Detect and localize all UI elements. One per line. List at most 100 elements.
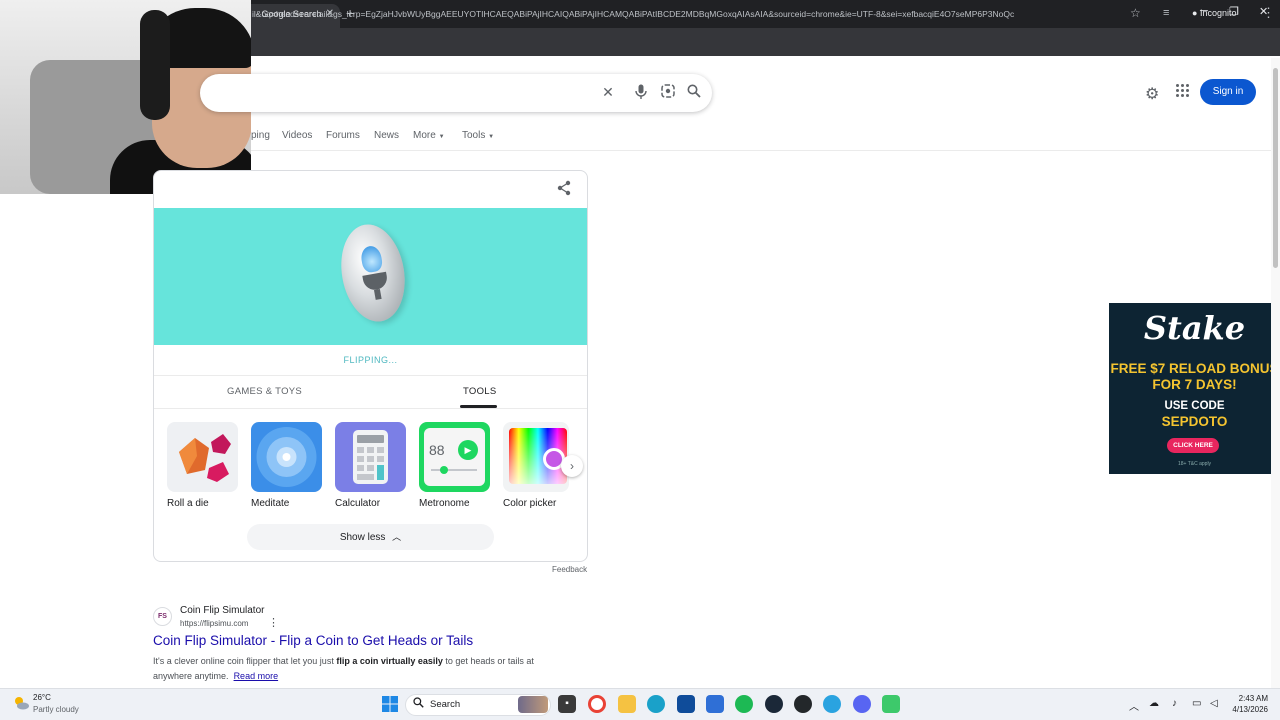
tab-tools-selected[interactable]: TOOLS — [463, 386, 497, 397]
ad-use-code: USE CODE — [1164, 400, 1225, 412]
chrome-icon[interactable] — [588, 695, 606, 713]
taskbar-clock[interactable]: 2:43 AM 4/13/2026 — [1222, 693, 1268, 715]
tab-tools[interactable]: Tools ▼ — [462, 130, 494, 141]
coin-chalice-stem — [373, 289, 382, 300]
taskbar-search-label: Search — [430, 699, 461, 710]
tab-forums[interactable]: Forums — [326, 130, 360, 141]
calculator-label: Calculator — [335, 498, 381, 509]
edge-icon[interactable] — [647, 695, 665, 713]
discord-icon[interactable] — [853, 695, 871, 713]
metronome-slider-track — [431, 469, 477, 471]
metronome-tile[interactable]: 88 ▶ — [419, 422, 490, 492]
ad-fine-print: 18+ T&C apply — [1177, 461, 1212, 467]
chevron-right-icon[interactable]: › — [561, 455, 583, 477]
read-more-link[interactable]: Read more — [234, 671, 279, 681]
calculator-tile[interactable] — [335, 422, 406, 492]
roll-a-die-tile[interactable] — [167, 422, 238, 492]
tab-shopping[interactable]: ping — [251, 130, 270, 141]
weather-description[interactable]: Partly cloudy — [33, 705, 79, 714]
search-icon[interactable] — [687, 84, 701, 100]
taskbar — [0, 688, 1280, 720]
google-apps-icon[interactable] — [1176, 84, 1190, 98]
incognito-icon: ● — [1192, 8, 1198, 18]
voice-search-icon[interactable] — [634, 84, 648, 100]
tab-more-label: More — [413, 130, 436, 141]
meditate-icon — [256, 427, 317, 487]
tab-more[interactable]: More ▼ — [413, 130, 445, 141]
search-highlight-image — [518, 696, 548, 713]
volume-icon[interactable]: ◁ — [1210, 698, 1218, 709]
roll-a-die-label: Roll a die — [167, 498, 209, 509]
microphone-icon[interactable]: ♪ — [1172, 698, 1177, 709]
ad-headline: FREE $7 RELOAD BONUS FOR 7 DAYS! — [1110, 361, 1279, 392]
task-view-icon[interactable]: ▪ — [558, 695, 576, 713]
ad-promo-code: SEPDOTO — [1161, 414, 1228, 429]
caret-down-icon: ▼ — [438, 134, 445, 140]
notes-icon[interactable] — [882, 695, 900, 713]
clear-search-icon[interactable]: ✕ — [601, 84, 615, 100]
caret-down-icon: ▼ — [488, 134, 495, 140]
ad-logo: Stake — [1143, 309, 1246, 347]
nav-divider — [251, 150, 1280, 151]
dice-icon — [179, 434, 231, 482]
result-more-options-icon[interactable]: ⋮ — [268, 616, 279, 629]
tab-videos[interactable]: Videos — [282, 130, 312, 141]
snippet-bold: flip a coin virtually easily — [336, 656, 443, 666]
tab-games-and-toys[interactable]: GAMES & TOYS — [227, 386, 302, 397]
clock-time: 2:43 AM — [1238, 694, 1268, 703]
mail-icon[interactable] — [706, 695, 724, 713]
site-url[interactable]: https://flipsimu.com — [180, 619, 248, 628]
network-icon[interactable]: ▭ — [1192, 698, 1201, 709]
meditate-tile[interactable] — [251, 422, 322, 492]
ad-click-here-button[interactable]: CLICK HERE — [1167, 438, 1219, 453]
partly-cloudy-icon[interactable] — [12, 694, 30, 712]
metronome-label: Metronome — [419, 498, 470, 509]
flip-status: FLIPPING... — [343, 355, 398, 365]
site-name[interactable]: Coin Flip Simulator — [180, 605, 264, 616]
url-field[interactable]: il&oq=heads+or+tail&gs_lcrp=EgZjaHJvbWUy… — [252, 9, 1122, 19]
card-divider — [154, 408, 587, 409]
incognito-indicator[interactable]: ● Incognito — [1192, 8, 1236, 18]
feedback-link[interactable]: Feedback — [552, 565, 587, 574]
scrollbar-thumb[interactable] — [1273, 68, 1278, 268]
tab-tools-label: Tools — [462, 130, 486, 141]
share-icon[interactable] — [556, 180, 572, 196]
result-title-link[interactable]: Coin Flip Simulator - Flip a Coin to Get… — [153, 633, 473, 648]
clock-date: 4/13/2026 — [1232, 705, 1268, 714]
browser-menu-icon[interactable]: ⋮ — [1262, 5, 1275, 21]
chevron-up-icon: ︿ — [392, 532, 402, 542]
bookmark-star-icon[interactable]: ☆ — [1130, 6, 1141, 20]
steam-icon[interactable] — [765, 695, 783, 713]
calculator-icon — [353, 430, 388, 484]
result-snippet: It's a clever online coin flipper that l… — [153, 654, 573, 684]
color-picker-label: Color picker — [503, 498, 557, 509]
file-explorer-icon[interactable] — [618, 695, 636, 713]
lens-search-icon[interactable] — [661, 84, 675, 100]
media-controls-icon[interactable]: ≡ — [1163, 7, 1169, 19]
onedrive-icon[interactable]: ☁ — [1149, 698, 1159, 709]
coin-flame-emblem — [359, 244, 384, 274]
tray-overflow-chevron-icon[interactable]: ︿ — [1129, 698, 1139, 713]
spotify-icon[interactable] — [735, 695, 753, 713]
stake-ad-banner[interactable]: Stake FREE $7 RELOAD BONUS FOR 7 DAYS! U… — [1109, 303, 1280, 474]
play-icon: ▶ — [458, 440, 478, 460]
metronome-bpm: 88 — [429, 442, 445, 458]
show-less-label: Show less — [339, 532, 386, 543]
tab-news[interactable]: News — [374, 130, 399, 141]
taskbar-search-icon — [413, 697, 424, 711]
show-less-button[interactable]: Show less ︿ — [247, 524, 494, 550]
sign-in-button[interactable]: Sign in — [1200, 79, 1256, 105]
site-favicon[interactable]: FS — [153, 607, 172, 626]
color-picker-tile[interactable] — [503, 422, 569, 492]
card-divider — [154, 375, 587, 376]
incognito-label: Incognito — [1199, 8, 1237, 18]
telegram-icon[interactable] — [823, 695, 841, 713]
weather-temperature[interactable]: 26°C — [33, 693, 51, 702]
snippet-text: It's a clever online coin flipper that l… — [153, 656, 337, 666]
metronome-slider-thumb — [440, 466, 448, 474]
webcam-headphones — [140, 10, 170, 120]
store-icon[interactable] — [677, 695, 695, 713]
app-icon[interactable] — [794, 695, 812, 713]
windows-start-icon[interactable] — [381, 695, 399, 713]
settings-gear-icon[interactable]: ⚙ — [1145, 84, 1159, 104]
